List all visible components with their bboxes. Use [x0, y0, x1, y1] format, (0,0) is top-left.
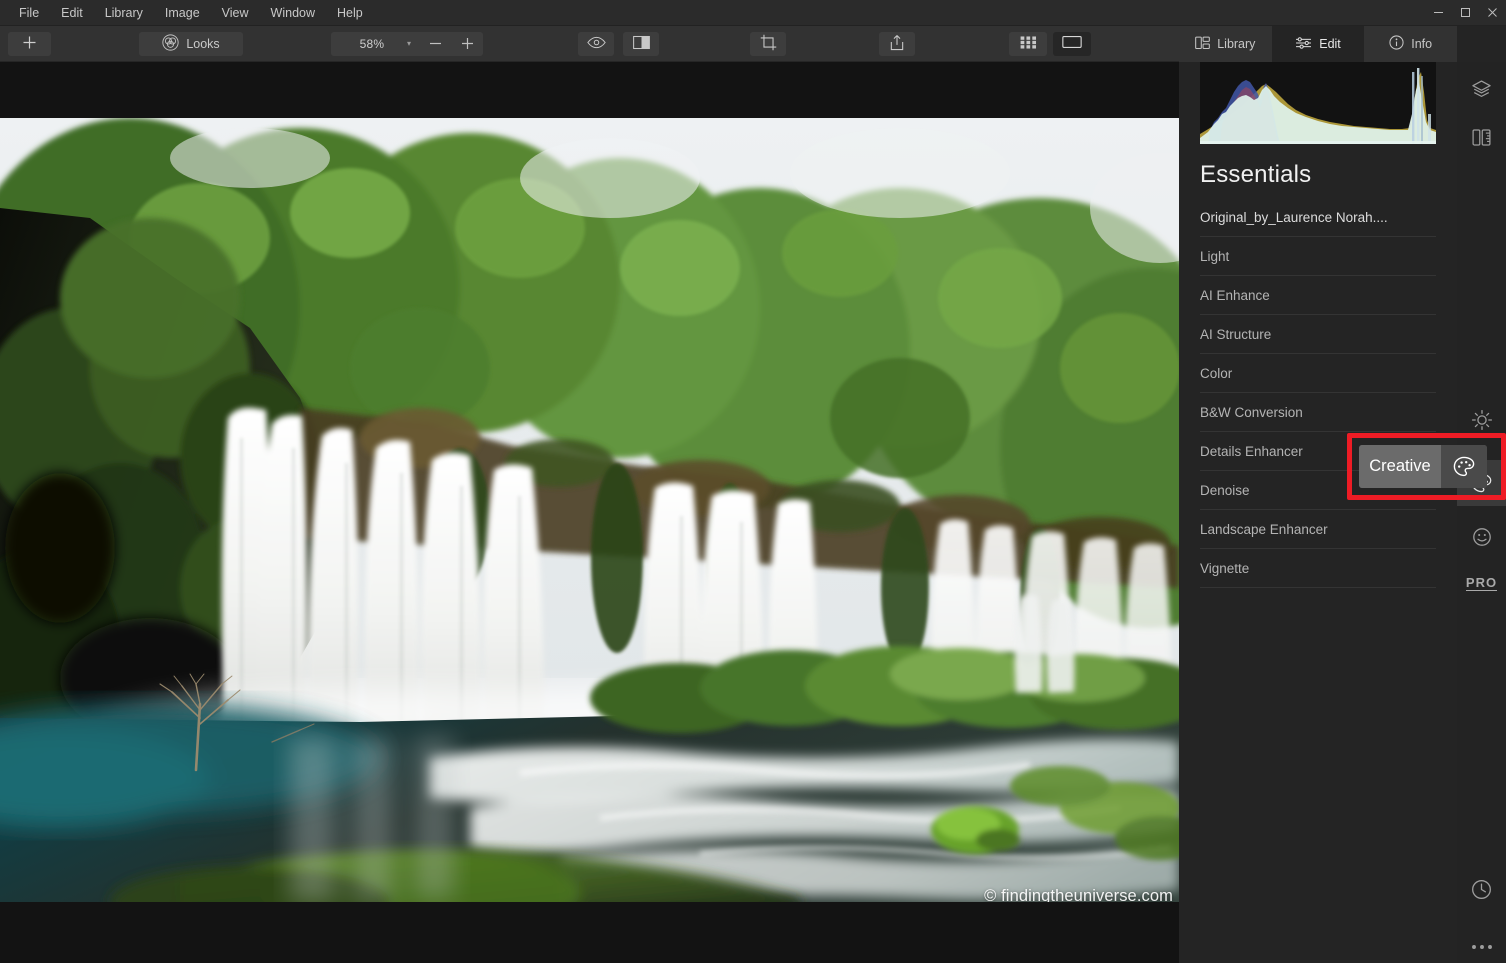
- crop-button[interactable]: [750, 31, 786, 56]
- zoom-out-button[interactable]: [419, 31, 451, 56]
- list-item-bw-conversion[interactable]: B&W Conversion: [1200, 393, 1436, 432]
- tab-library[interactable]: Library: [1179, 26, 1272, 62]
- add-icon: [22, 35, 37, 53]
- add-image-button[interactable]: [8, 31, 51, 56]
- creative-tooltip[interactable]: Creative: [1359, 445, 1487, 488]
- layers-icon[interactable]: [1457, 66, 1506, 112]
- panel-tabs: Library Edit Info: [1179, 26, 1457, 62]
- menu-item-file[interactable]: File: [8, 2, 50, 24]
- list-item-color[interactable]: Color: [1200, 354, 1436, 393]
- more-options-icon[interactable]: [1457, 924, 1506, 963]
- grid-view-button[interactable]: [1009, 31, 1047, 56]
- tab-info[interactable]: Info: [1364, 26, 1457, 62]
- crop-icon: [760, 34, 777, 54]
- tool-label: AI Enhance: [1200, 287, 1270, 303]
- before-after-button[interactable]: [623, 31, 659, 56]
- tool-label: Vignette: [1200, 560, 1250, 576]
- pro-icon[interactable]: PRO: [1457, 560, 1506, 606]
- menu-item-image[interactable]: Image: [154, 2, 211, 24]
- zoom-level-select[interactable]: 58% ▾: [331, 31, 419, 56]
- list-item-filename[interactable]: Original_by_Laurence Norah....: [1200, 198, 1436, 237]
- toggle-preview-button[interactable]: [578, 31, 614, 56]
- tab-edit-label: Edit: [1319, 37, 1341, 51]
- page-title: Essentials: [1200, 161, 1312, 188]
- looks-button[interactable]: Looks: [139, 31, 243, 56]
- sun-brightness-icon[interactable]: [1457, 397, 1506, 443]
- edit-panel-body: Essentials Original_by_Laurence Norah...…: [1179, 62, 1457, 963]
- tool-category-rail: PRO: [1457, 62, 1506, 963]
- masking-icon[interactable]: [1457, 114, 1506, 160]
- portrait-face-icon[interactable]: [1457, 514, 1506, 560]
- list-item-light[interactable]: Light: [1200, 237, 1436, 276]
- tool-label: Details Enhancer: [1200, 443, 1303, 459]
- zoom-in-button[interactable]: [451, 31, 483, 56]
- before-after-compare-icon: [632, 35, 650, 53]
- history-clock-icon[interactable]: [1457, 866, 1506, 912]
- luminar-app-window: File Edit Library Image View Window Help: [0, 0, 1506, 963]
- tool-label: Denoise: [1200, 482, 1250, 498]
- info-icon: [1389, 35, 1404, 53]
- menu-item-library[interactable]: Library: [94, 2, 154, 24]
- zoom-controls: 58% ▾: [331, 31, 483, 56]
- palette-icon: [1441, 445, 1487, 488]
- photo-preview[interactable]: © findingtheuniverse.com: [0, 118, 1179, 902]
- chevron-down-icon: ▾: [406, 39, 411, 48]
- title-bar: File Edit Library Image View Window Help: [0, 0, 1506, 26]
- looks-button-label: Looks: [186, 36, 220, 51]
- list-item-vignette[interactable]: Vignette: [1200, 549, 1436, 588]
- list-item-ai-enhance[interactable]: AI Enhance: [1200, 276, 1436, 315]
- menu-item-help[interactable]: Help: [326, 2, 374, 24]
- minimize-icon[interactable]: [1425, 0, 1452, 26]
- creative-tooltip-label: Creative: [1359, 445, 1441, 488]
- menu-item-view[interactable]: View: [211, 2, 260, 24]
- export-share-button[interactable]: [879, 31, 915, 56]
- menu-item-window[interactable]: Window: [260, 2, 326, 24]
- histogram[interactable]: [1200, 62, 1436, 144]
- tab-info-label: Info: [1411, 37, 1433, 51]
- tab-library-label: Library: [1217, 37, 1256, 51]
- photo-watermark: © findingtheuniverse.com: [984, 887, 1173, 902]
- image-canvas[interactable]: © findingtheuniverse.com: [0, 62, 1179, 963]
- tool-label: B&W Conversion: [1200, 404, 1303, 420]
- zoom-level-value: 58%: [359, 36, 385, 51]
- tool-label: AI Structure: [1200, 326, 1272, 342]
- tab-edit[interactable]: Edit: [1271, 26, 1365, 62]
- tool-label: Color: [1200, 365, 1233, 381]
- list-item-ai-structure[interactable]: AI Structure: [1200, 315, 1436, 354]
- tool-label: Landscape Enhancer: [1200, 521, 1328, 537]
- grid-view-icon: [1020, 35, 1037, 52]
- menu-item-edit[interactable]: Edit: [50, 2, 94, 24]
- list-item-landscape-enhancer[interactable]: Landscape Enhancer: [1200, 510, 1436, 549]
- eye-icon: [586, 36, 606, 52]
- filename-label: Original_by_Laurence Norah....: [1200, 209, 1388, 225]
- close-icon[interactable]: [1479, 0, 1506, 26]
- single-view-button[interactable]: [1053, 31, 1091, 56]
- maximize-icon[interactable]: [1452, 0, 1479, 26]
- waterfall-photograph: [0, 118, 1179, 902]
- library-icon: [1195, 36, 1211, 53]
- tool-list: Original_by_Laurence Norah.... Light AI …: [1200, 198, 1436, 588]
- share-export-icon: [889, 34, 905, 54]
- pro-label: PRO: [1465, 574, 1498, 591]
- sliders-icon: [1295, 36, 1312, 53]
- single-view-icon: [1062, 35, 1082, 52]
- looks-venn-icon: [162, 33, 179, 54]
- tool-label: Light: [1200, 248, 1230, 264]
- window-controls: [1425, 0, 1506, 26]
- menu-bar: File Edit Library Image View Window Help: [0, 0, 374, 26]
